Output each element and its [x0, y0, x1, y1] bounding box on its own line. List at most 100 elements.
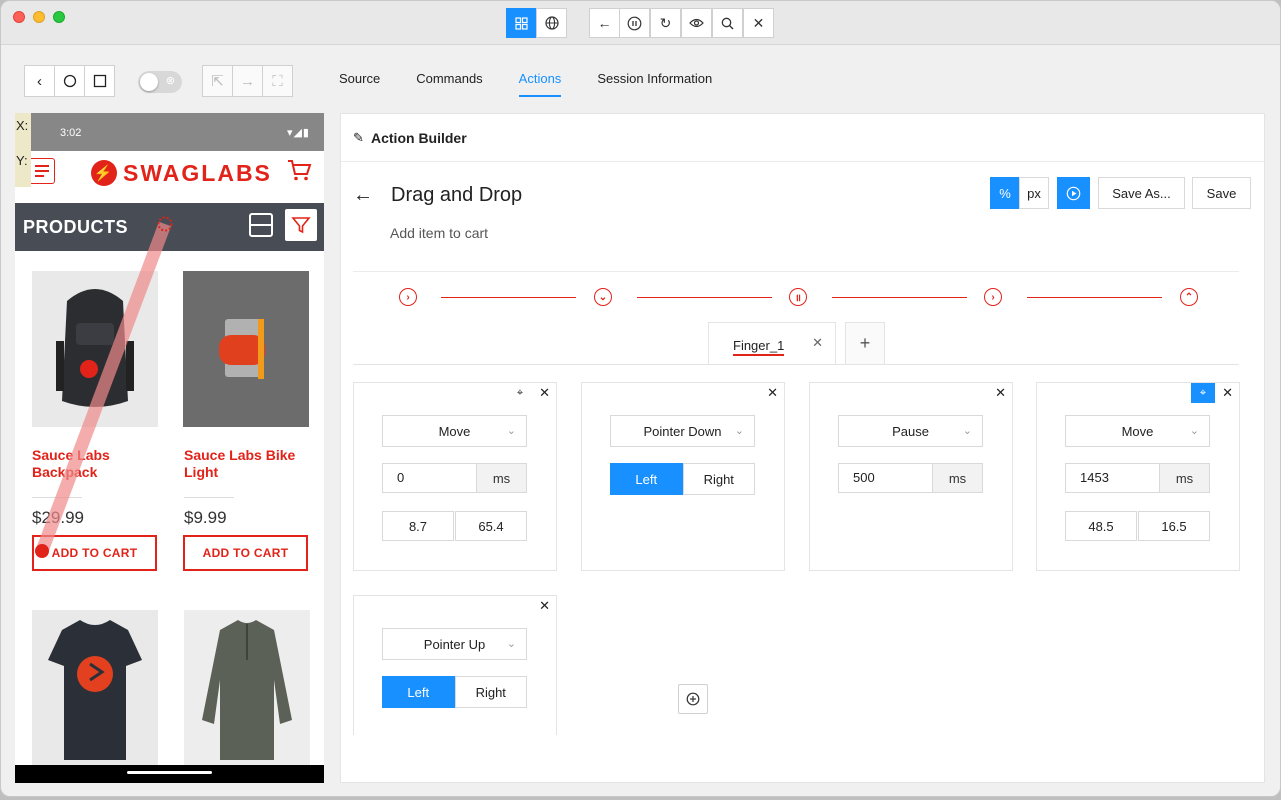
pointer-up-step-icon: ⌃ — [1180, 288, 1198, 306]
tab-commands[interactable]: Commands — [416, 61, 482, 97]
search-icon[interactable] — [712, 8, 743, 38]
action-type-value: Pointer Up — [423, 636, 486, 652]
zoom-window-button[interactable] — [53, 11, 65, 23]
tab-finger-1[interactable]: Finger_1 ✕ — [708, 322, 836, 364]
chevron-down-icon: ⌄ — [734, 425, 744, 437]
close-window-button[interactable] — [13, 11, 25, 23]
refresh-icon[interactable]: ↻ — [650, 8, 681, 38]
duration-input[interactable]: 500 ms — [838, 463, 983, 493]
duration-unit: ms — [1160, 463, 1210, 493]
right-button-option[interactable]: Right — [682, 463, 755, 495]
chevron-down-icon: ⌄ — [506, 425, 516, 437]
android-navbar — [15, 765, 324, 783]
action-title: Drag and Drop — [391, 184, 523, 206]
save-as-button[interactable]: Save As... — [1098, 177, 1185, 209]
back-arrow-icon[interactable]: ← — [353, 184, 373, 207]
title-bar: ← ↻ ✕ — [1, 1, 1280, 45]
pause-step-icon: ॥ — [789, 288, 807, 306]
action-card-move: ⌖ ✕ Move ⌄ 0 ms 8.7 65.4 — [353, 382, 557, 571]
y-coordinate-input[interactable]: 16.5 — [1138, 511, 1210, 541]
close-icon[interactable]: ✕ — [539, 598, 550, 614]
action-card-pause: ✕ Pause ⌄ 500 ms — [809, 382, 1013, 571]
inspector-tools: ⇱ → ⛶ — [202, 65, 293, 97]
duration-unit: ms — [477, 463, 527, 493]
duration-input[interactable]: 0 ms — [382, 463, 527, 493]
close-icon[interactable]: ✕ — [539, 385, 550, 401]
left-button-option[interactable]: Left — [382, 676, 455, 708]
mode-toggle[interactable]: ⊗ — [138, 71, 182, 93]
minimize-window-button[interactable] — [33, 11, 45, 23]
action-type-select[interactable]: Move ⌄ — [382, 415, 527, 447]
chevron-down-icon: ⌄ — [1189, 425, 1199, 437]
duration-input[interactable]: 1453 ms — [1065, 463, 1210, 493]
action-type-value: Pause — [892, 423, 929, 439]
action-description: Add item to cart — [390, 225, 489, 241]
px-unit-button[interactable]: px — [1019, 177, 1049, 209]
globe-icon[interactable] — [536, 8, 567, 38]
action-card-pointer-up: ✕ Pointer Up ⌄ Left Right — [353, 595, 557, 735]
y-coordinate-input[interactable]: 65.4 — [455, 511, 527, 541]
tab-actions[interactable]: Actions — [518, 61, 562, 97]
save-button[interactable]: Save — [1192, 177, 1251, 209]
x-coordinate-input[interactable]: 48.5 — [1065, 511, 1137, 541]
add-action-button[interactable] — [678, 684, 708, 714]
move-step-icon: › — [984, 288, 1002, 306]
left-button-option[interactable]: Left — [610, 463, 683, 495]
select-element-icon[interactable]: ⇱ — [202, 65, 233, 97]
action-type-select[interactable]: Pause ⌄ — [838, 415, 983, 447]
duration-value[interactable]: 500 — [838, 463, 933, 493]
chevron-down-icon: ⌄ — [962, 425, 972, 437]
right-button-option[interactable]: Right — [454, 676, 527, 708]
drag-path-overlay — [35, 216, 173, 558]
close-icon[interactable]: ✕ — [767, 385, 778, 401]
close-icon[interactable]: ✕ — [1222, 385, 1233, 401]
duration-value[interactable]: 0 — [382, 463, 477, 493]
crosshair-icon[interactable]: ⌖ — [512, 385, 528, 401]
duration-unit: ms — [933, 463, 983, 493]
back-arrow-icon[interactable]: ← — [589, 8, 620, 38]
crosshair-icon[interactable]: ⌖ — [1191, 383, 1215, 403]
tab-session-information[interactable]: Session Information — [597, 61, 712, 97]
timeline-connector — [832, 297, 967, 298]
action-card-pointer-down: ✕ Pointer Down ⌄ Left Right — [581, 382, 785, 571]
action-type-select[interactable]: Move ⌄ — [1065, 415, 1210, 447]
android-recents-button[interactable] — [84, 65, 115, 97]
add-finger-tab-button[interactable]: + — [845, 322, 885, 364]
button-choice: Left Right — [382, 676, 527, 708]
action-card-move: ⌖ ✕ Move ⌄ 1453 ms 48.5 16.5 — [1036, 382, 1240, 571]
toggle-off-icon: ⊗ — [165, 75, 175, 87]
finger-tab-label: Finger_1 — [733, 338, 785, 356]
chevron-down-icon: ⌄ — [506, 638, 516, 650]
android-home-button[interactable] — [54, 65, 85, 97]
swipe-icon[interactable]: → — [232, 65, 263, 97]
timeline-connector — [441, 297, 576, 298]
pause-icon[interactable] — [619, 8, 650, 38]
tab-source[interactable]: Source — [339, 61, 380, 97]
action-builder-panel: ✎ Action Builder ← Drag and Drop Add ite… — [340, 113, 1265, 783]
button-choice: Left Right — [610, 463, 755, 495]
android-back-button[interactable]: ‹ — [24, 65, 55, 97]
device-screenshot[interactable]: 3:02 ▾◢▮ ⚡ SWAGLABS X: Y: PRODUCTS Sauce… — [15, 113, 324, 783]
action-builder-header: ✎ Action Builder — [341, 114, 1264, 162]
x-coordinate-input[interactable]: 8.7 — [382, 511, 454, 541]
main-tabs: Source Commands Actions Session Informat… — [339, 61, 748, 97]
action-type-select[interactable]: Pointer Down ⌄ — [610, 415, 755, 447]
action-type-select[interactable]: Pointer Up ⌄ — [382, 628, 527, 660]
coordinate-inputs: 8.7 65.4 — [382, 511, 527, 541]
coordinate-inputs: 48.5 16.5 — [1065, 511, 1210, 541]
timeline-connector — [637, 297, 772, 298]
play-action-button[interactable] — [1057, 177, 1090, 209]
close-icon[interactable]: ✕ — [995, 385, 1006, 401]
duration-value[interactable]: 1453 — [1065, 463, 1160, 493]
toggle-knob — [140, 73, 158, 91]
grid-icon[interactable] — [506, 8, 537, 38]
screenshot-area-icon[interactable]: ⛶ — [262, 65, 293, 97]
close-icon[interactable]: ✕ — [743, 8, 774, 38]
percent-unit-button[interactable]: % — [990, 177, 1020, 209]
eye-icon[interactable] — [681, 8, 712, 38]
tab-divider — [353, 364, 1239, 365]
action-type-value: Move — [1121, 423, 1154, 439]
action-builder-title: Action Builder — [371, 130, 467, 146]
device-nav-buttons: ‹ — [24, 65, 115, 97]
close-tab-icon[interactable]: ✕ — [812, 335, 823, 351]
